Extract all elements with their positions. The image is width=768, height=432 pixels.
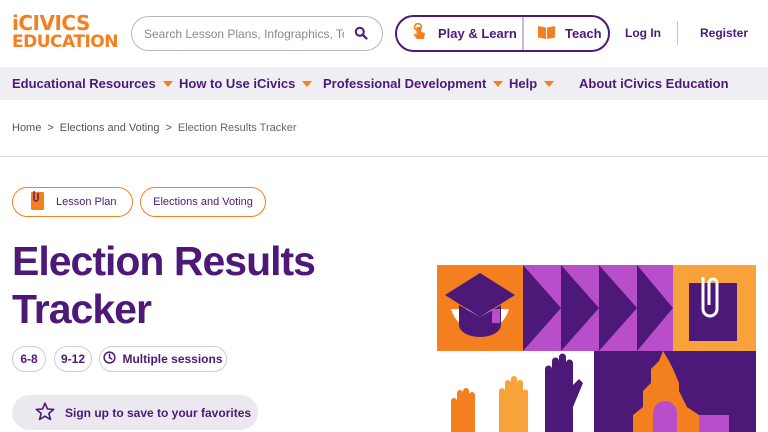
play-learn-label: Play & Learn	[438, 26, 517, 41]
play-teach-toggle: Play & Learn Teach	[395, 15, 610, 52]
site-header: iCIVICS EDUCATION Play & Learn Teach Log…	[0, 0, 768, 67]
header-divider	[677, 21, 678, 45]
nav-item-label: About iCivics Education	[579, 76, 729, 91]
duration-label: Multiple sessions	[122, 352, 223, 366]
breadcrumb-elections[interactable]: Elections and Voting	[60, 122, 160, 134]
logo-line2: EDUCATION	[12, 32, 118, 52]
clock-icon	[103, 351, 117, 367]
document-clip-icon	[29, 190, 46, 214]
search-box	[131, 16, 383, 51]
grade-pill: 6-8	[12, 346, 46, 372]
breadcrumb-separator: >	[165, 122, 172, 134]
breadcrumb: Home > Elections and Voting > Election R…	[12, 122, 297, 134]
divider	[0, 156, 768, 157]
save-favorites-label: Sign up to save to your favorites	[65, 405, 252, 420]
lesson-illustration	[437, 265, 756, 432]
login-link[interactable]: Log In	[625, 26, 661, 40]
teach-button[interactable]: Teach	[537, 17, 602, 50]
grade-pill: 9-12	[54, 346, 92, 372]
save-favorites-button[interactable]: Sign up to save to your favorites	[12, 395, 258, 430]
caret-down-icon	[544, 80, 555, 87]
nav-professional-development[interactable]: Professional Development	[323, 76, 504, 91]
breadcrumb-home[interactable]: Home	[12, 122, 41, 134]
nav-item-label: Help	[509, 76, 538, 91]
main-nav: Educational Resources How to Use iCivics…	[0, 67, 768, 100]
nav-help[interactable]: Help	[509, 76, 555, 91]
star-icon	[35, 401, 55, 424]
nav-educational-resources[interactable]: Educational Resources	[12, 76, 173, 91]
breadcrumb-separator: >	[47, 122, 54, 134]
lesson-plan-tag[interactable]: Lesson Plan	[12, 187, 133, 217]
icivics-logo[interactable]: iCIVICS EDUCATION	[12, 13, 120, 55]
nav-about[interactable]: About iCivics Education	[579, 76, 729, 91]
paperclip-icon	[689, 277, 737, 341]
breadcrumb-current: Election Results Tracker	[177, 122, 297, 134]
nav-item-label: Professional Development	[323, 76, 487, 91]
grade-label: 9-12	[60, 352, 86, 366]
search-input[interactable]	[144, 25, 344, 42]
play-learn-button[interactable]: Play & Learn	[411, 17, 517, 50]
page-title: Election Results Tracker	[12, 238, 316, 332]
register-link[interactable]: Register	[700, 26, 748, 40]
toggle-divider	[522, 17, 524, 50]
topic-tag[interactable]: Elections and Voting	[140, 187, 266, 217]
caret-down-icon	[162, 80, 173, 87]
duration-pill: Multiple sessions	[99, 346, 227, 372]
topic-label: Elections and Voting	[153, 196, 253, 208]
search-icon[interactable]	[354, 26, 368, 40]
nav-item-label: How to Use iCivics	[179, 76, 296, 91]
nav-how-to-use[interactable]: How to Use iCivics	[179, 76, 313, 91]
logo-line1: iCIVICS	[12, 11, 90, 35]
caret-down-icon	[302, 80, 313, 87]
open-book-icon	[537, 24, 556, 43]
teach-label: Teach	[565, 26, 602, 41]
hand-pointer-icon	[411, 22, 429, 44]
nav-item-label: Educational Resources	[12, 76, 156, 91]
grade-label: 6-8	[20, 352, 38, 366]
caret-down-icon	[493, 80, 504, 87]
lesson-plan-label: Lesson Plan	[56, 196, 117, 208]
